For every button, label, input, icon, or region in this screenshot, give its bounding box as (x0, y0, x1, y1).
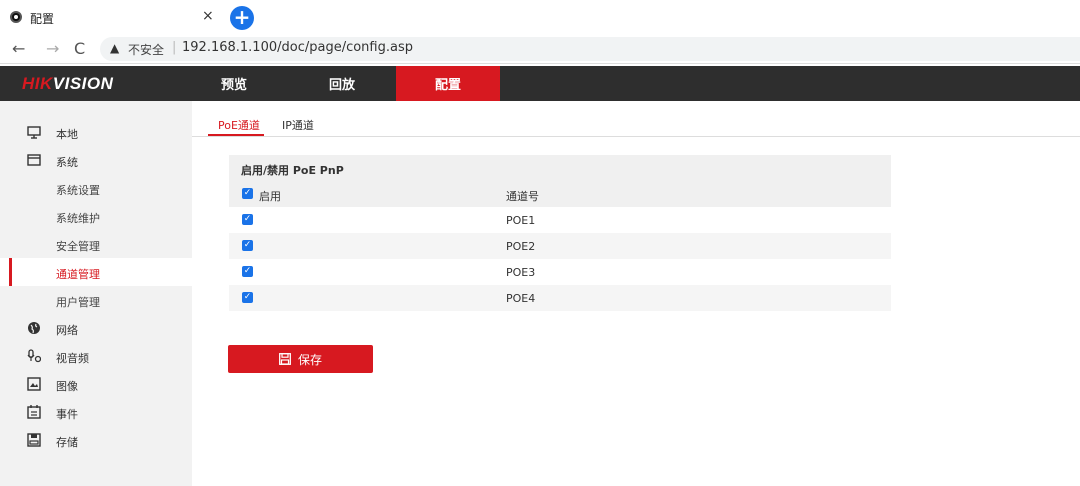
sidebar: 本地 系统 系统设置 系统维护 安全管理 通道管理 用户管理 网络 视音频 图像… (0, 101, 192, 486)
sidebar-item-label: 系统 (56, 156, 78, 169)
save-button-label: 保存 (297, 352, 322, 367)
channel-subtabs: PoE通道 IP通道 (192, 101, 1080, 137)
tab-title: 配置 (30, 12, 55, 26)
security-status[interactable]: 不安全 (128, 41, 164, 58)
enable-checkbox[interactable]: ✓ (242, 292, 253, 303)
sidebar-item-label: 用户管理 (56, 296, 100, 309)
table-row: ✓ POE4 (229, 285, 891, 311)
hikvision-logo: HIKVISION (22, 74, 114, 93)
sidebar-item-event[interactable]: 事件 (0, 398, 192, 426)
save-icon (279, 353, 291, 365)
channel-column-header: 通道号 (506, 190, 539, 203)
address-bar: ← → C ▲ 不安全 | 192.168.1.100/doc/page/con… (0, 34, 1080, 64)
url-input[interactable]: ▲ 不安全 | 192.168.1.100/doc/page/config.as… (100, 37, 1080, 61)
sidebar-item-label: 视音频 (56, 352, 89, 365)
url-separator: | (172, 40, 177, 55)
sidebar-item-storage[interactable]: 存储 (0, 426, 192, 454)
sidebar-item-label: 图像 (56, 380, 78, 393)
channel-number: POE1 (506, 214, 536, 227)
panel-title: 启用/禁用 PoE PnP (229, 155, 891, 181)
sidebar-item-label: 安全管理 (56, 240, 100, 253)
sidebar-item-label: 系统维护 (56, 212, 100, 225)
browser-tab[interactable]: 配置 × (0, 0, 222, 34)
sidebar-item-image[interactable]: 图像 (0, 370, 192, 398)
sidebar-item-system[interactable]: 系统 (0, 146, 192, 174)
tab-poe-channel[interactable]: PoE通道 (218, 117, 260, 133)
channel-number: POE2 (506, 240, 536, 253)
enable-checkbox[interactable]: ✓ (242, 266, 253, 277)
tab-ip-channel[interactable]: IP通道 (282, 117, 314, 133)
forward-arrow-icon[interactable]: → (46, 40, 59, 58)
new-tab-icon[interactable]: + (230, 6, 254, 30)
sidebar-item-label: 网络 (56, 324, 78, 337)
enable-checkbox[interactable]: ✓ (242, 240, 253, 251)
calendar-icon (27, 405, 41, 419)
enable-column-header: 启用 (259, 190, 281, 203)
reload-icon[interactable]: C (74, 40, 85, 58)
app-header: HIKVISION 预览 回放 配置 (0, 66, 1080, 101)
table-row: ✓ POE1 (229, 207, 891, 233)
table-row: ✓ POE3 (229, 259, 891, 285)
nav-playback[interactable]: 回放 (300, 66, 384, 101)
warning-triangle-icon[interactable]: ▲ (110, 41, 119, 55)
microphone-icon (27, 349, 41, 363)
sidebar-item-label: 系统设置 (56, 184, 100, 197)
poe-pnp-panel: 启用/禁用 PoE PnP ✓ 启用 通道号 ✓ POE1 ✓ POE2 ✓ P… (229, 155, 891, 311)
monitor-icon (27, 126, 41, 139)
channel-number: POE4 (506, 292, 536, 305)
image-icon (27, 377, 41, 391)
url-text[interactable]: 192.168.1.100/doc/page/config.asp (182, 40, 413, 55)
close-tab-icon[interactable]: × (202, 8, 214, 24)
nav-preview[interactable]: 预览 (196, 66, 272, 101)
select-all-checkbox[interactable]: ✓ (242, 188, 253, 199)
sidebar-item-label: 存储 (56, 436, 78, 449)
nav-config[interactable]: 配置 (396, 66, 500, 101)
storage-icon (27, 433, 41, 447)
save-button[interactable]: 保存 (228, 345, 373, 373)
sidebar-item-user-management[interactable]: 用户管理 (0, 286, 192, 314)
sidebar-item-label: 本地 (56, 128, 78, 141)
channel-number: POE3 (506, 266, 536, 279)
window-icon (27, 154, 41, 166)
sidebar-item-network[interactable]: 网络 (0, 314, 192, 342)
sidebar-item-system-maintenance[interactable]: 系统维护 (0, 202, 192, 230)
table-header: ✓ 启用 通道号 (229, 181, 891, 207)
sidebar-item-video-audio[interactable]: 视音频 (0, 342, 192, 370)
sidebar-item-local[interactable]: 本地 (0, 118, 192, 146)
browser-tabstrip: 配置 × + (0, 0, 1080, 34)
table-row: ✓ POE2 (229, 233, 891, 259)
active-tab-indicator (208, 134, 264, 136)
enable-checkbox[interactable]: ✓ (242, 214, 253, 225)
globe-icon (28, 322, 40, 334)
sidebar-item-label: 事件 (56, 408, 78, 421)
sidebar-item-channel-management[interactable]: 通道管理 (0, 258, 192, 286)
back-arrow-icon[interactable]: ← (12, 40, 25, 58)
sidebar-item-security[interactable]: 安全管理 (0, 230, 192, 258)
sidebar-item-label: 通道管理 (56, 268, 100, 281)
hikvision-favicon-icon (10, 11, 22, 23)
sidebar-item-system-settings[interactable]: 系统设置 (0, 174, 192, 202)
